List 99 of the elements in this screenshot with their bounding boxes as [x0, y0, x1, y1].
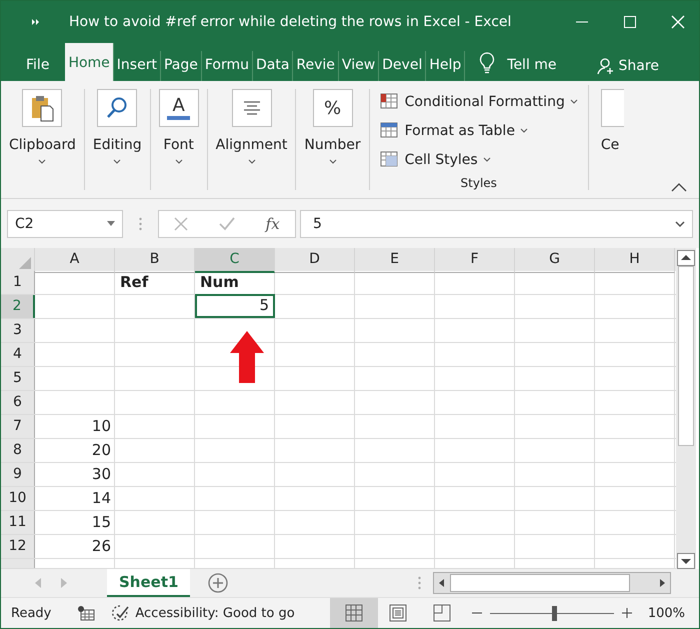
- column-header[interactable]: D: [275, 248, 355, 273]
- lightbulb-icon[interactable]: [479, 52, 496, 74]
- row-header[interactable]: 11: [1, 511, 35, 534]
- chevron-down-icon[interactable]: [113, 159, 122, 164]
- chevron-down-icon[interactable]: [328, 159, 336, 164]
- align-center-icon: [242, 101, 262, 116]
- table-cell[interactable]: 14: [36, 487, 115, 510]
- chevron-down-icon: [482, 157, 491, 162]
- scrollbar-thumb[interactable]: [450, 574, 630, 592]
- insert-function-button[interactable]: fx: [266, 214, 280, 233]
- formula-input[interactable]: 5: [300, 210, 693, 238]
- ribbon-tab[interactable]: Home: [65, 43, 114, 82]
- accessibility-status[interactable]: Accessibility: Good to go: [111, 604, 295, 622]
- normal-view-button[interactable]: [330, 598, 378, 628]
- ribbon-group-button[interactable]: [232, 89, 272, 128]
- ribbon-group-label[interactable]: Alignment: [216, 137, 288, 154]
- row-header[interactable]: 4: [1, 343, 35, 366]
- row-header[interactable]: 6: [1, 391, 35, 414]
- ribbon-group-label: Styles: [460, 176, 497, 190]
- row-header[interactable]: 8: [1, 439, 35, 462]
- table-cell[interactable]: 10: [36, 415, 115, 438]
- chevron-down-icon[interactable]: [38, 159, 46, 164]
- grid-icon: [344, 604, 363, 622]
- row-header[interactable]: 1: [1, 271, 35, 294]
- up-arrow-drawing: [230, 331, 264, 383]
- ribbon-group-label[interactable]: Number: [304, 137, 361, 154]
- name-box[interactable]: C2: [7, 210, 123, 238]
- row-header[interactable]: 9: [1, 463, 35, 486]
- clipboard-icon: [30, 94, 54, 122]
- drag-handle-icon[interactable]: [139, 216, 142, 231]
- share-button[interactable]: Share: [596, 51, 659, 82]
- table-cell[interactable]: 26: [36, 535, 115, 558]
- window-title: How to avoid #ref error while deleting the rows in Excel - Excel: [69, 14, 512, 30]
- table-cell[interactable]: Num: [196, 271, 275, 294]
- ribbon-tab[interactable]: Formu: [202, 51, 253, 82]
- table-cell[interactable]: 30: [36, 463, 115, 486]
- row-header[interactable]: 2: [1, 295, 35, 318]
- maximize-icon[interactable]: [623, 15, 637, 30]
- expand-icon[interactable]: [675, 220, 685, 227]
- chevron-down-icon[interactable]: [174, 159, 183, 164]
- styles-menu-button[interactable]: Conditional Formatting: [380, 87, 578, 116]
- row-header[interactable]: 3: [1, 319, 35, 342]
- percent-icon: %: [324, 98, 342, 119]
- ribbon-group-label[interactable]: Ce: [600, 137, 620, 154]
- column-header[interactable]: H: [595, 248, 675, 273]
- quick-access-icon[interactable]: [31, 18, 41, 26]
- add-sheet-icon[interactable]: [208, 573, 228, 593]
- person-add-icon: [596, 57, 615, 76]
- ribbon-group-button[interactable]: [22, 89, 62, 128]
- chevron-down-icon: [570, 99, 578, 104]
- row-header[interactable]: 12: [1, 535, 35, 558]
- table-cell[interactable]: 5: [195, 294, 275, 318]
- chevron-down-icon: [520, 128, 528, 134]
- column-header[interactable]: A: [35, 248, 115, 273]
- styles-menu-button[interactable]: Format as Table: [380, 116, 578, 146]
- table-cell[interactable]: 20: [36, 439, 115, 462]
- sheet-tab[interactable]: Sheet1: [107, 569, 190, 597]
- scrollbar-thumb[interactable]: [678, 266, 694, 446]
- status-text: Ready: [11, 606, 52, 620]
- column-header[interactable]: F: [435, 248, 515, 273]
- page-break-icon: [432, 604, 451, 622]
- zoom-in-icon[interactable]: [622, 608, 632, 618]
- collapse-ribbon-icon[interactable]: [671, 183, 687, 192]
- ribbon-tab[interactable]: Devel: [379, 51, 426, 82]
- table-cell[interactable]: 15: [36, 511, 115, 534]
- ribbon-group-label[interactable]: Clipboard: [9, 137, 76, 154]
- drag-handle-icon[interactable]: [418, 576, 421, 590]
- page-icon: [388, 604, 407, 622]
- ribbon-group-button[interactable]: A: [158, 89, 199, 128]
- chevron-down-icon[interactable]: [248, 159, 256, 164]
- styles-menu-button[interactable]: Cell Styles: [380, 145, 578, 174]
- column-header[interactable]: G: [515, 248, 595, 273]
- table-cell[interactable]: Ref: [116, 271, 195, 294]
- zoom-level[interactable]: 100%: [648, 606, 685, 620]
- row-header[interactable]: 7: [1, 415, 35, 438]
- ribbon-group-label[interactable]: Font: [163, 137, 194, 154]
- close-icon[interactable]: [671, 15, 685, 30]
- ribbon-tab[interactable]: File: [23, 51, 66, 82]
- table-style-icon: [380, 122, 400, 140]
- ribbon-group-button[interactable]: %: [312, 89, 352, 128]
- ribbon-tab[interactable]: Insert: [114, 51, 161, 82]
- ribbon-tab[interactable]: View: [338, 51, 380, 82]
- column-header[interactable]: C: [195, 248, 275, 273]
- ribbon-tab[interactable]: Page: [160, 51, 202, 82]
- ribbon-tab[interactable]: Revie: [293, 51, 339, 82]
- table-style-icon: [380, 150, 400, 169]
- ribbon-group-label[interactable]: Editing: [92, 137, 142, 154]
- macro-icon[interactable]: [77, 605, 96, 621]
- column-header[interactable]: E: [355, 248, 435, 273]
- ribbon-tab[interactable]: Help: [426, 51, 466, 82]
- row-header[interactable]: 5: [1, 367, 35, 390]
- table-style-icon: [380, 92, 400, 111]
- scroll-up-icon[interactable]: [677, 250, 695, 266]
- scroll-down-icon[interactable]: [677, 553, 695, 569]
- ribbon-tab[interactable]: Data: [252, 51, 294, 82]
- ribbon-group-button[interactable]: [97, 89, 138, 128]
- tell-me-search[interactable]: Tell me: [507, 51, 557, 82]
- zoom-slider-thumb[interactable]: [552, 606, 558, 620]
- row-header[interactable]: 10: [1, 487, 35, 510]
